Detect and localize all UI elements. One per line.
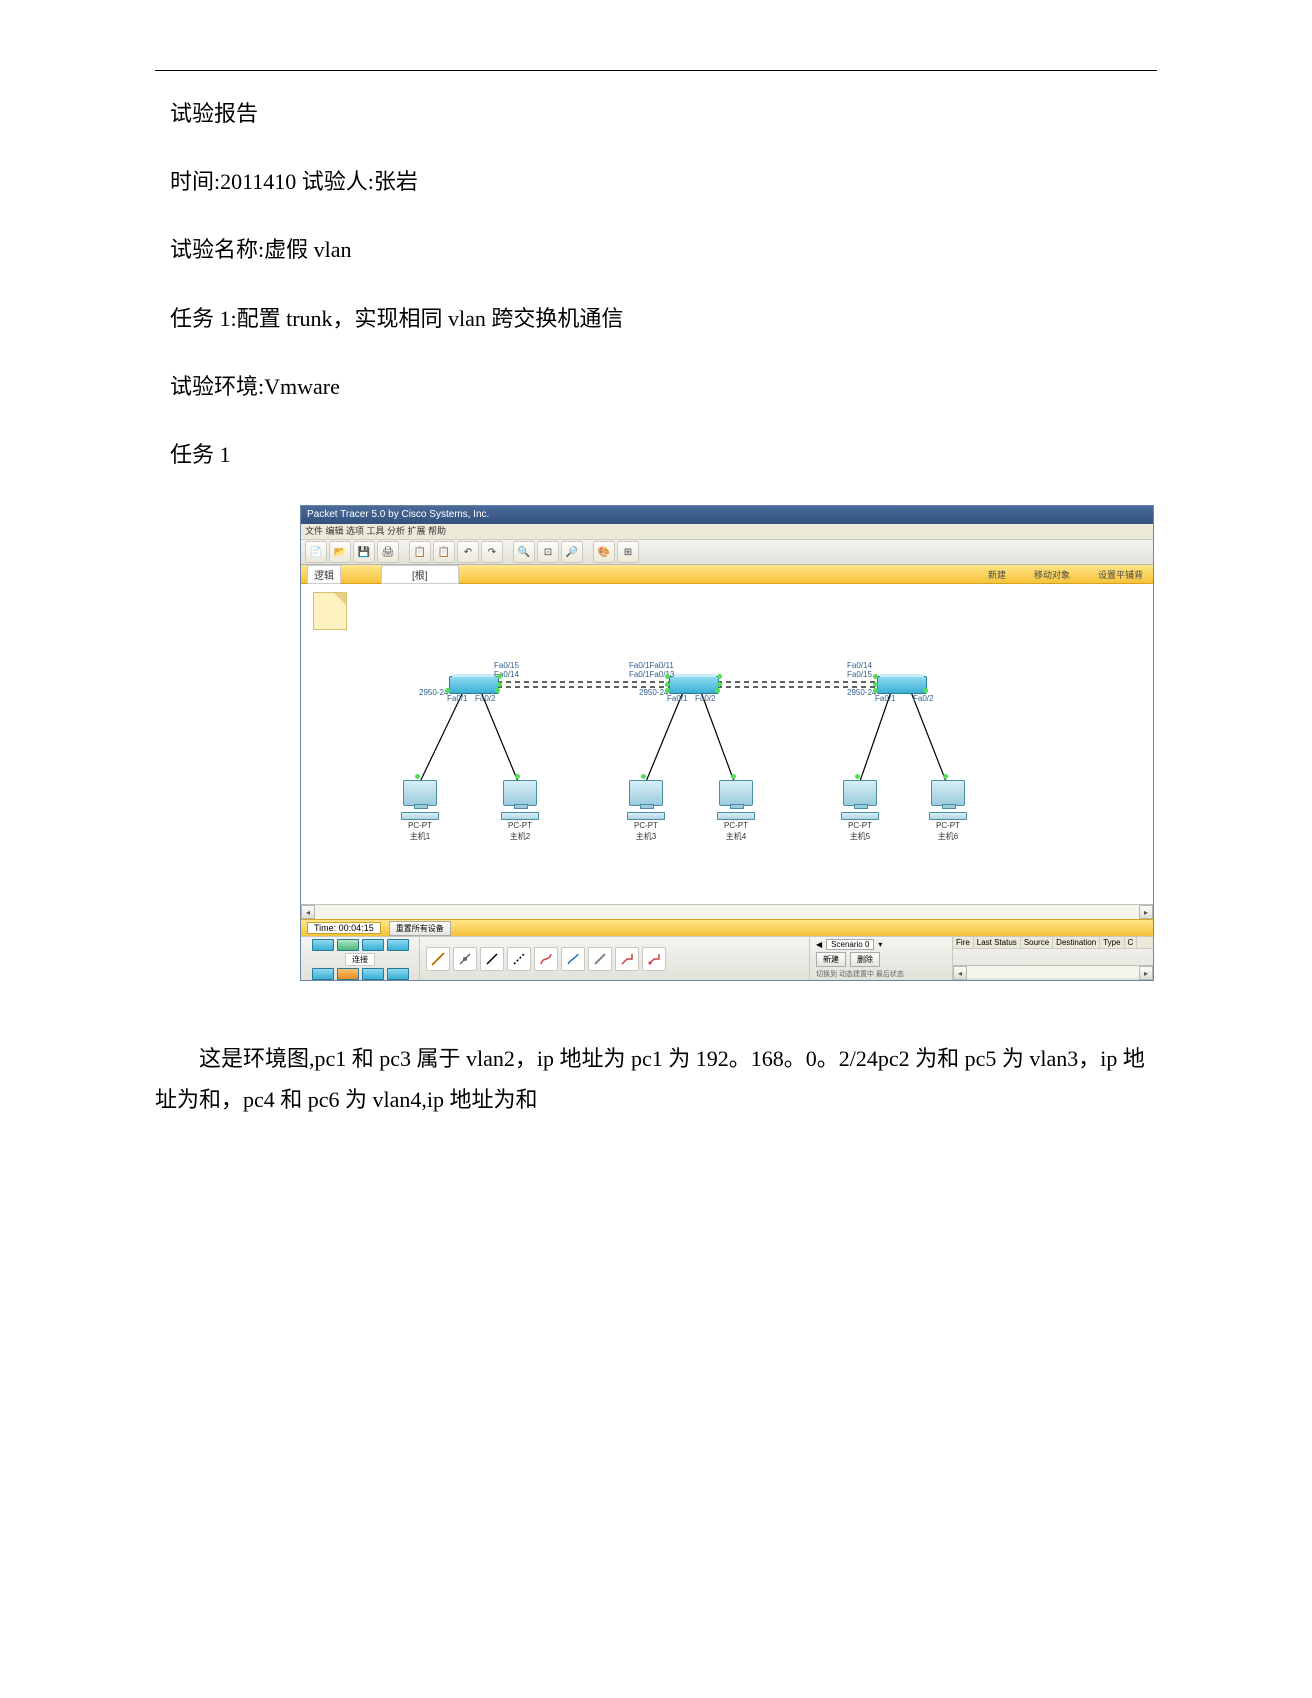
document-page: 试验报告 时间:2011410 试验人:张岩 试验名称:虚假 vlan 任务 1… [0,0,1312,1698]
save-icon[interactable]: 💾 [353,541,375,563]
para-task: 任务 1:配置 trunk，实现相同 vlan 跨交换机通信 [170,301,1157,336]
secbar-new[interactable]: 新建 [988,568,1006,581]
scenario-nav-icon[interactable]: ◀ [816,940,822,949]
dialog-icon[interactable]: ⊞ [617,541,639,563]
pc-6[interactable]: PC-PT 主机6 [929,780,967,842]
fiber-cable-icon[interactable] [534,947,558,971]
scenario-panel: ◀ Scenario 0 ▾ 新建 删除 切换到 动态建置中 最后状态 [809,937,952,981]
reset-button[interactable]: 重置所有设备 [389,921,451,936]
serial-dte-icon[interactable] [642,947,666,971]
new-icon[interactable]: 📄 [305,541,327,563]
zoom-out-icon[interactable]: 🔎 [561,541,583,563]
scenario-status: 切换到 动态建置中 最后状态 [816,969,946,979]
root-label: [根] [381,565,459,584]
custom-icon[interactable] [362,968,384,980]
zoom-in-icon[interactable]: 🔍 [513,541,535,563]
redo-icon[interactable]: ↷ [481,541,503,563]
console-cable-icon[interactable] [453,947,477,971]
para-task1: 任务 1 [170,437,1157,472]
wireless-icon[interactable] [387,939,409,951]
secbar-bg[interactable]: 设置平铺背 [1098,568,1143,581]
topology-canvas[interactable]: Fa0/15 Fa0/14 2950-24 Fa0/1 Fa0/2 Fa0/1F… [301,584,1153,904]
scenario-new-button[interactable]: 新建 [816,952,846,967]
device-label: 连接 [345,953,375,966]
switch-2[interactable]: Fa0/1Fa0/11 Fa0/1Fa0/13 2950-24 Fa0/1 Fa… [669,676,719,694]
bottom-panel: 连接 [301,936,1153,981]
enddev-icon[interactable] [312,968,334,980]
zoom-reset-icon[interactable]: ⊡ [537,541,559,563]
h-scrollbar[interactable]: ◂ ▸ [301,904,1153,919]
multiuser-icon[interactable] [387,968,409,980]
pc-2[interactable]: PC-PT 主机2 [501,780,539,842]
pc-5[interactable]: PC-PT 主机5 [841,780,879,842]
links-layer [301,584,1153,904]
text-block: 试验报告 时间:2011410 试验人:张岩 试验名称:虚假 vlan 任务 1… [170,96,1157,472]
switch-1[interactable]: Fa0/15 Fa0/14 2950-24 Fa0/1 Fa0/2 [449,676,499,694]
scroll-left-icon[interactable]: ◂ [301,905,315,919]
pc-3[interactable]: PC-PT 主机3 [627,780,665,842]
scenario-del-button[interactable]: 删除 [850,952,880,967]
paste-icon[interactable]: 📋 [433,541,455,563]
auto-cable-icon[interactable] [426,947,450,971]
straight-cable-icon[interactable] [480,947,504,971]
screenshot-wrap: Packet Tracer 5.0 by Cisco Systems, Inc.… [155,505,1312,981]
serial-dce-icon[interactable] [615,947,639,971]
sim-time: Time: 00:04:15 [307,922,381,934]
undo-icon[interactable]: ↶ [457,541,479,563]
para-title: 试验报告 [170,96,1157,131]
secondary-bar: 逻辑 [根] 新建 移动对象 设置平铺背 [301,565,1153,584]
menu-bar[interactable]: 文件 编辑 选项 工具 分析 扩展 帮助 [301,524,1153,540]
packet-tracer-window: Packet Tracer 5.0 by Cisco Systems, Inc.… [300,505,1154,981]
pdu-panel: Fire Last Status Source Destination Type… [952,937,1153,981]
pc-4[interactable]: PC-PT 主机4 [717,780,755,842]
scenario-select[interactable]: Scenario 0 [826,939,874,950]
phone-cable-icon[interactable] [561,947,585,971]
hub-icon[interactable] [362,939,384,951]
connection-panel [420,937,809,981]
scenario-dropdown-icon[interactable]: ▾ [878,940,882,949]
sim-bar: Time: 00:04:15 重置所有设备 [301,919,1153,936]
para-meta: 时间:2011410 试验人:张岩 [170,164,1157,199]
window-title: Packet Tracer 5.0 by Cisco Systems, Inc. [301,506,1153,524]
switch-icon[interactable] [337,939,359,951]
palette-icon[interactable]: 🎨 [593,541,615,563]
cross-cable-icon[interactable] [507,947,531,971]
wan-icon[interactable] [337,968,359,980]
pdu-scroll-right-icon[interactable]: ▸ [1139,966,1153,980]
pdu-scroll-left-icon[interactable]: ◂ [953,966,967,980]
para-env: 试验环境:Vmware [170,369,1157,404]
coax-cable-icon[interactable] [588,947,612,971]
print-icon[interactable]: 🖨 [377,541,399,563]
toolbar: 📄 📂 💾 🖨 📋 📋 ↶ ↷ 🔍 ⊡ 🔎 🎨 ⊞ [301,540,1153,565]
top-rule [155,70,1157,71]
pc-1[interactable]: PC-PT 主机1 [401,780,439,842]
scroll-right-icon[interactable]: ▸ [1139,905,1153,919]
logical-tab[interactable]: 逻辑 [307,565,341,584]
copy-icon[interactable]: 📋 [409,541,431,563]
device-panel: 连接 [301,937,420,981]
secbar-move[interactable]: 移动对象 [1034,568,1070,581]
note-icon[interactable] [313,592,347,630]
router-icon[interactable] [312,939,334,951]
switch-3[interactable]: Fa0/14 Fa0/15 2950-24 Fa0/1 Fa0/2 [877,676,927,694]
para-name: 试验名称:虚假 vlan [170,232,1157,267]
open-icon[interactable]: 📂 [329,541,351,563]
body-para-1: 这是环境图,pc1 和 pc3 属于 vlan2，ip 地址为 pc1 为 19… [155,1039,1157,1120]
